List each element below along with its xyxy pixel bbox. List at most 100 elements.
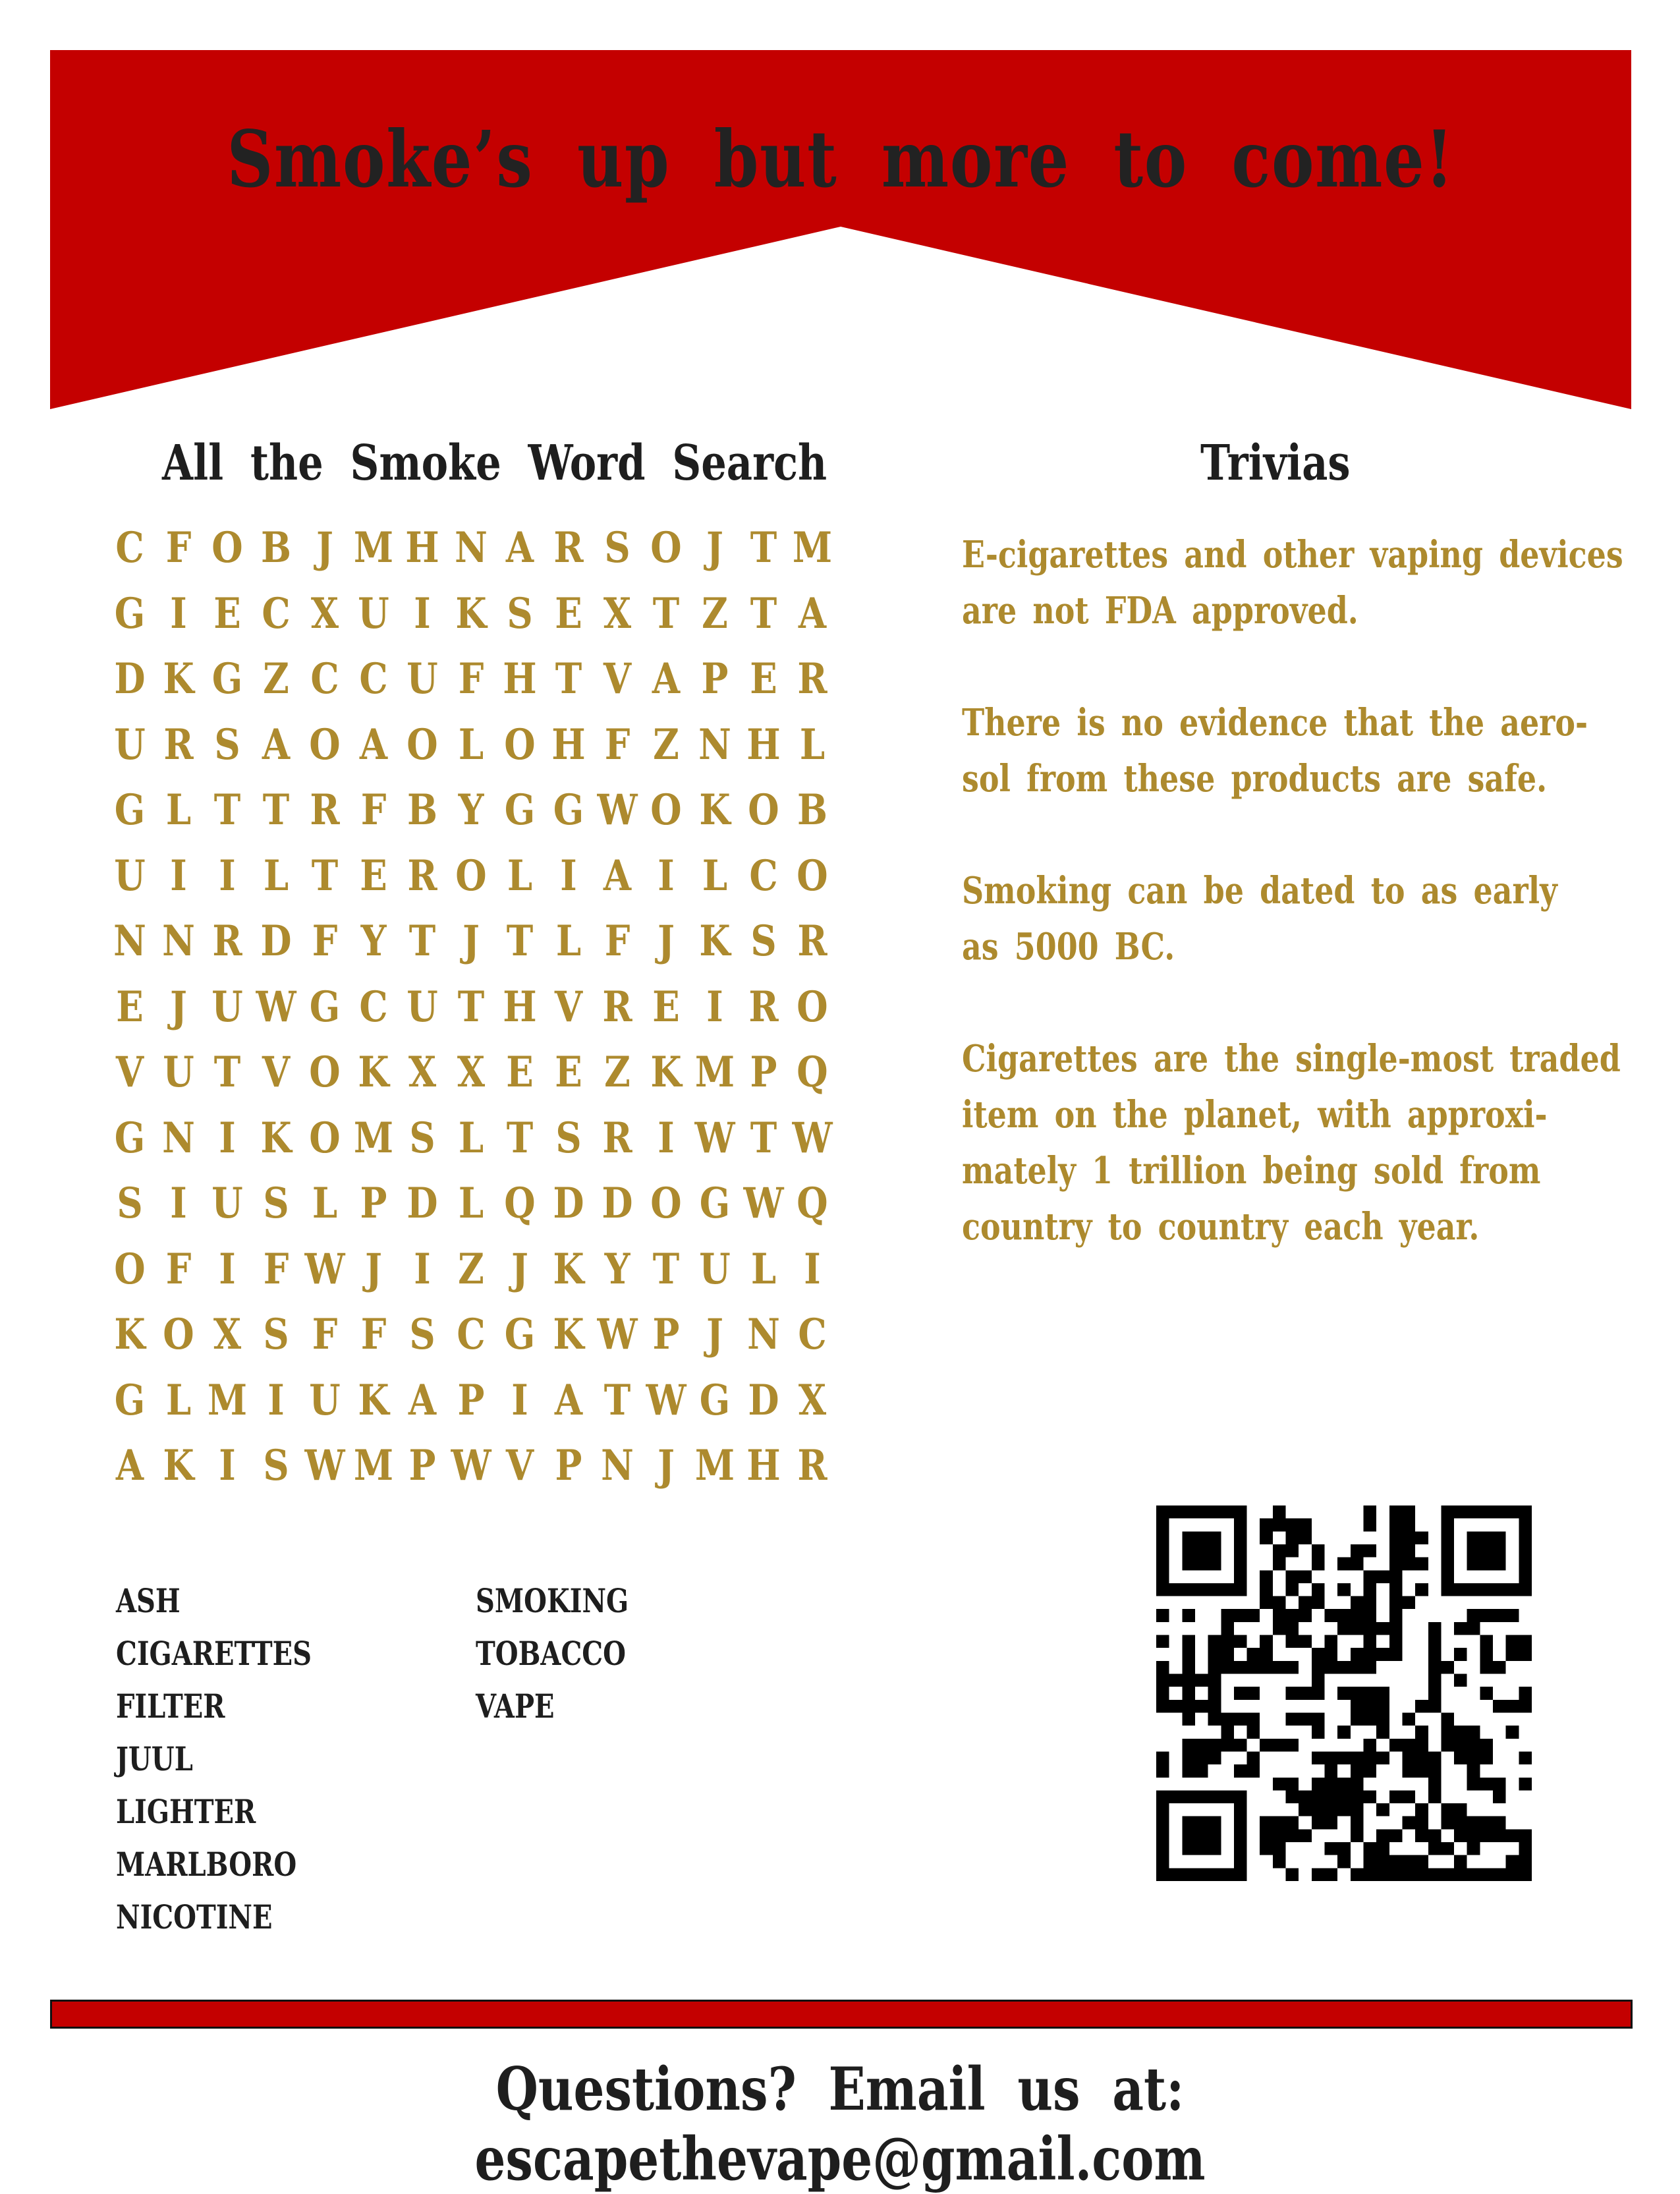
qr-module [1376,1570,1389,1583]
trivia-item: E-cigarettes and other vaping devices ar… [962,533,1623,633]
grid-letter: F [360,1310,387,1359]
grid-letter: V [115,1048,144,1097]
grid-letter: L [312,1179,338,1228]
grid-letter: U [699,1244,731,1294]
qr-module [1169,1674,1183,1687]
qr-module [1402,1518,1416,1532]
qr-module [1221,1635,1234,1648]
grid-letter: M [792,523,833,573]
qr-module [1415,1868,1428,1881]
qr-module [1350,1557,1364,1571]
grid-letter: G [114,785,146,835]
qr-module [1350,1609,1364,1622]
qr-module [1299,1518,1312,1532]
qr-module [1182,1816,1221,1855]
qr-module [1480,1648,1494,1661]
grid-letter: L [458,1113,484,1163]
qr-module [1337,1726,1351,1739]
qr-module [1389,1518,1403,1532]
qr-module [1493,1868,1506,1881]
qr-module [1311,1790,1325,1804]
qr-module [1182,1635,1195,1648]
qr-module [1376,1803,1389,1816]
qr-module [1389,1635,1403,1648]
grid-letter: E [116,982,144,1032]
qr-module [1272,1609,1286,1622]
grid-letter: E [555,1048,582,1097]
qr-module [1363,1712,1377,1726]
grid-letter: X [213,1310,242,1359]
grid-letter: X [310,588,339,638]
qr-module [1324,1764,1338,1778]
grid-letter: N [162,916,195,966]
qr-module [1285,1712,1299,1726]
qr-module [1299,1712,1312,1726]
qr-module [1402,1557,1416,1571]
qr-module [1350,1621,1364,1635]
grid-letter: O [650,1179,682,1228]
qr-module [1285,1777,1299,1791]
qr-module [1233,1687,1247,1700]
qr-module [1221,1726,1234,1739]
grid-letter: Z [604,1048,630,1097]
grid-letter: G [504,1310,536,1359]
grid-letter: M [353,1113,394,1163]
contact-email-line[interactable]: Questions? Email us at: escapethevape@gm… [152,2054,1529,2194]
grid-letter: C [749,851,778,901]
grid-letter: F [165,523,192,573]
qr-module [1505,1609,1519,1622]
qr-module [1299,1687,1312,1700]
grid-letter: Y [360,916,387,966]
grid-letter: W [743,1179,784,1228]
grid-letter: U [358,588,389,638]
qr-module [1454,1674,1467,1687]
qr-module [1454,1829,1467,1843]
word-list-item: MARLBORO [116,1845,297,1884]
qr-module [1182,1674,1195,1687]
qr-module [1233,1764,1247,1778]
grid-letter: A [798,588,827,638]
qr-module [1428,1648,1442,1661]
grid-letter: W [792,1113,833,1163]
qr-module [1493,1790,1506,1804]
grid-letter: S [507,588,533,638]
grid-letter: N [698,719,731,770]
qr-module [1272,1829,1286,1843]
qr-module [1324,1777,1338,1791]
qr-module [1311,1674,1325,1687]
qr-module [1428,1660,1442,1674]
qr-module [1415,1583,1428,1596]
qr-module [1194,1764,1208,1778]
grid-letter: M [694,1048,735,1097]
word-list-column-1: ASH CIGARETTES FILTER JUUL LIGHTER MARLBORO NI… [116,1575,360,1944]
word-search-grid: CFOBJMHNARSOJTMGIECXUIKSEXTZTADKGZCCUFHT… [105,527,837,1511]
qr-module [1182,1687,1195,1700]
grid-letter: C [798,1310,827,1359]
qr-module [1324,1609,1338,1622]
qr-module [1363,1570,1377,1583]
grid-letter: X [798,1375,827,1425]
grid-letter: Q [797,1048,828,1097]
qr-module [1285,1621,1299,1635]
qr-module [1350,1596,1364,1610]
grid-letter: T [652,588,680,638]
word-search-title: All the Smoke Word Search [162,435,827,492]
qr-module [1519,1868,1532,1881]
grid-letter: M [694,1441,735,1490]
grid-letter: P [408,1441,436,1490]
qr-module [1311,1816,1325,1830]
grid-letter: L [263,851,289,901]
qr-module [1402,1764,1416,1778]
word-list-item: CIGARETTES [116,1634,312,1673]
qr-module [1376,1829,1389,1843]
qr-module [1402,1712,1416,1726]
qr-code-icon[interactable] [1156,1505,1532,1881]
qr-module [1428,1829,1442,1843]
grid-letter: S [214,719,240,770]
grid-letter: N [162,1113,195,1163]
qr-module [1441,1660,1455,1674]
qr-module [1350,1751,1364,1765]
grid-letter: E [555,588,582,638]
qr-module [1311,1803,1325,1816]
grid-letter: H [503,982,537,1032]
